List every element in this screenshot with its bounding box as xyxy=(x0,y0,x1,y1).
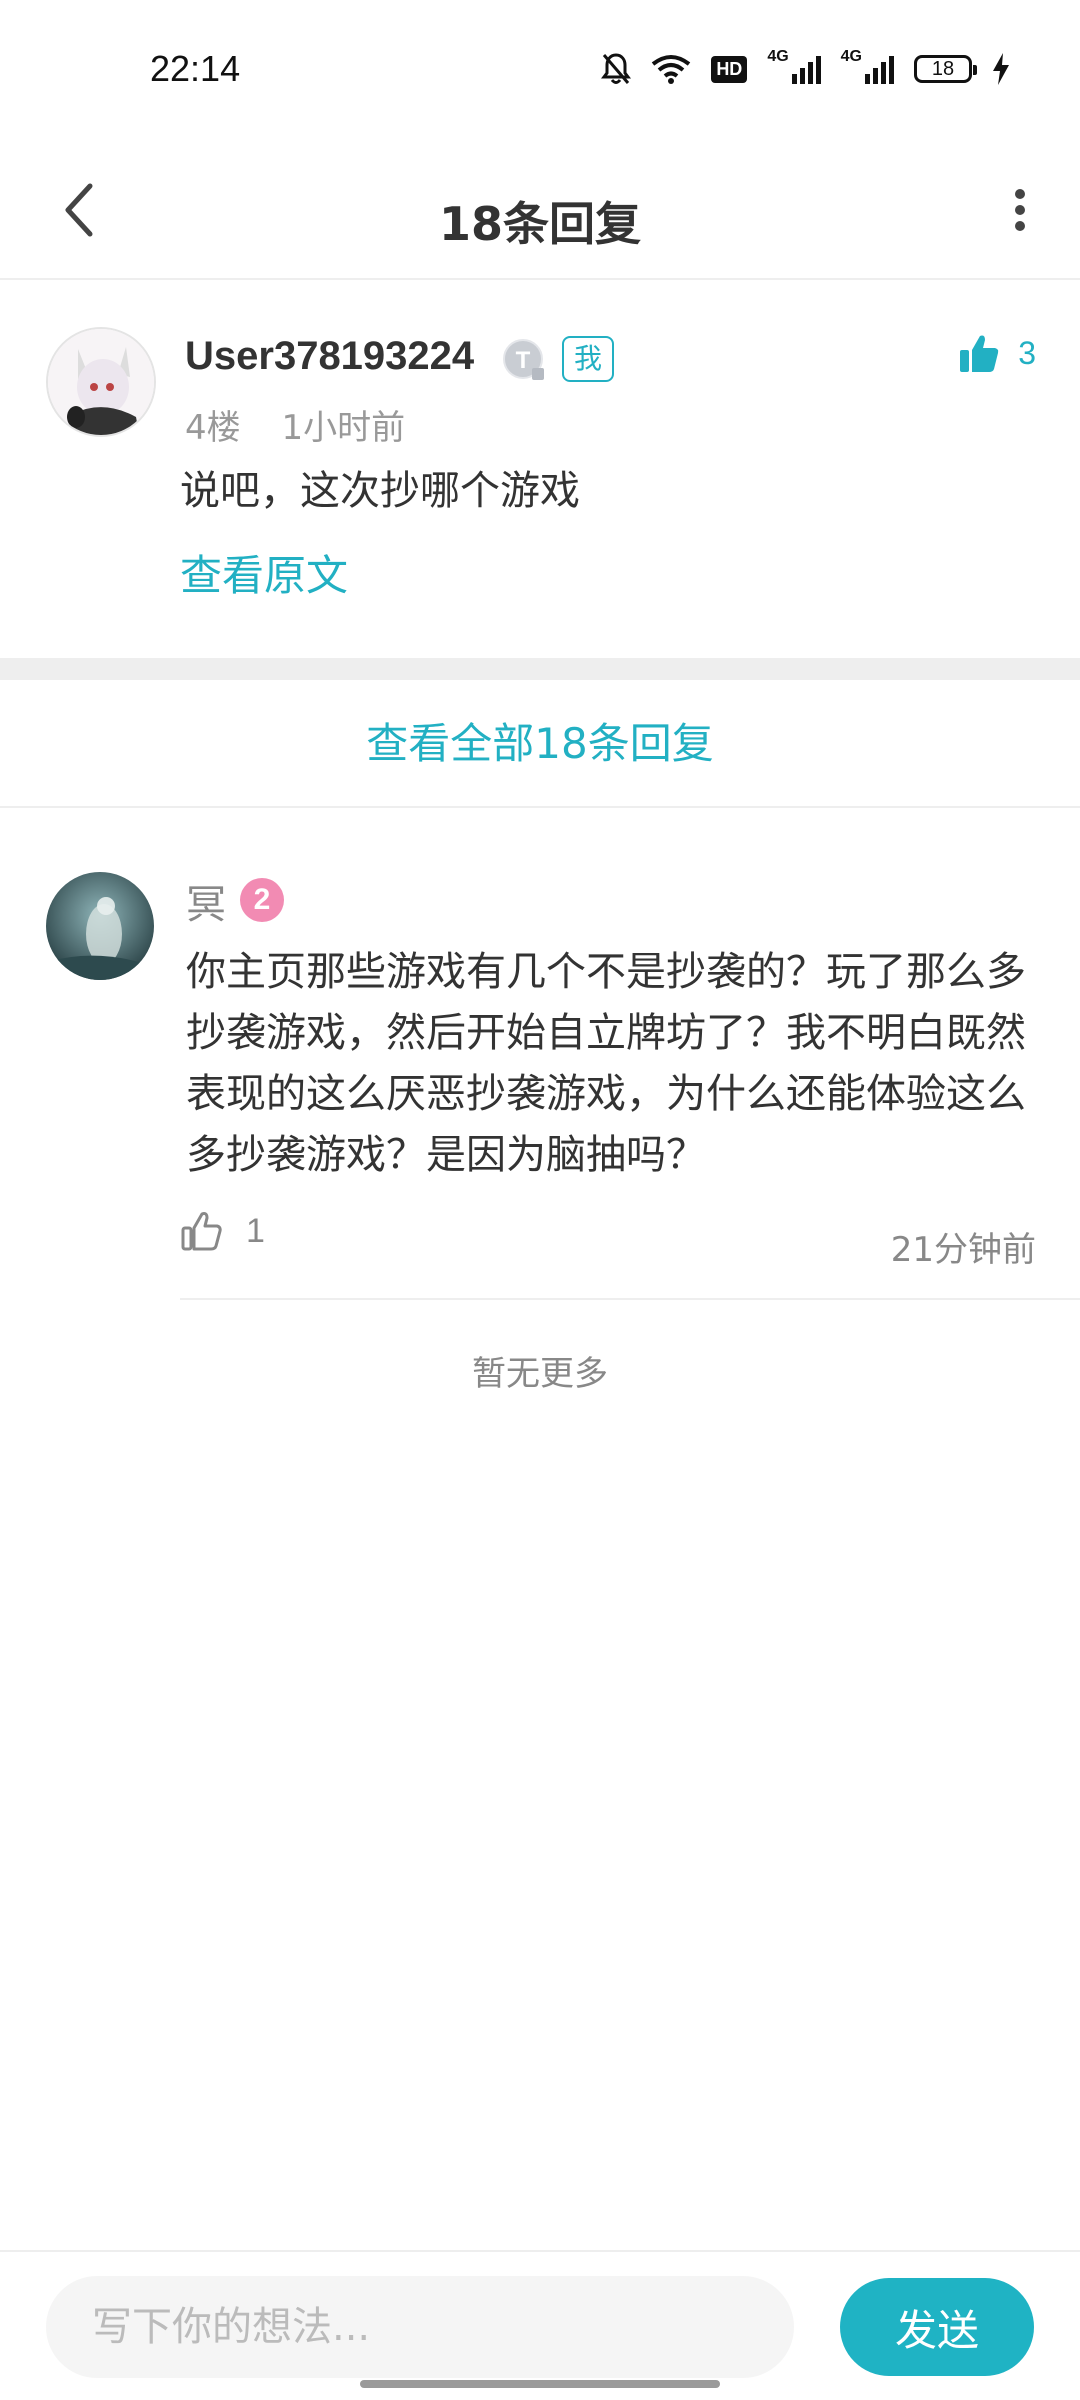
reply-like-button[interactable]: 1 xyxy=(180,1210,265,1252)
username[interactable]: User378193224 xyxy=(185,334,474,379)
more-options-button[interactable] xyxy=(990,170,1050,250)
status-time: 22:14 xyxy=(150,48,241,89)
mute-bell-icon xyxy=(601,52,632,86)
comment-text: 说吧，这次抄哪个游戏 xyxy=(180,468,580,514)
section-divider xyxy=(0,658,1080,680)
reply-username[interactable]: 冥 xyxy=(186,872,226,930)
page-title: 18条回复 xyxy=(438,197,641,251)
comment-input[interactable] xyxy=(46,2276,794,2378)
wifi-icon xyxy=(651,54,691,84)
avatar[interactable] xyxy=(46,327,156,437)
reply-text: 你主页那些游戏有几个不是抄袭的？玩了那么多抄袭游戏，然后开始自立牌坊了？我不明白… xyxy=(186,949,1026,1178)
thumbs-up-icon xyxy=(960,335,999,372)
level-badge-icon: T xyxy=(502,338,546,382)
network-type-1: 4G xyxy=(767,48,789,65)
reply-level-badge: 2 xyxy=(240,878,284,922)
me-tag: 我 xyxy=(562,336,615,382)
thumbs-up-outline-icon xyxy=(181,1212,222,1251)
charging-icon xyxy=(992,53,1010,85)
send-button[interactable]: 发送 xyxy=(840,2278,1034,2376)
main-comment: User378193224 T 我 3 4楼 1小时前 说吧，这次抄哪个游戏 查… xyxy=(0,282,1080,658)
status-bar: 22:14 HD 4G 4G 18 xyxy=(0,0,1080,140)
home-indicator[interactable] xyxy=(360,2380,720,2388)
no-more-label: 暂无更多 xyxy=(472,1354,608,1394)
comment-meta: 4楼 1小时前 xyxy=(185,400,405,449)
reply-item: 冥 2 你主页那些游戏有几个不是抄袭的？玩了那么多抄袭游戏，然后开始自立牌坊了？… xyxy=(0,810,1080,1300)
status-icons: HD 4G 4G 18 xyxy=(601,48,1010,86)
reply-time: 21分钟前 xyxy=(890,1230,1036,1270)
level-badge-letter: T xyxy=(516,347,531,374)
comment-input-bar: 发送 xyxy=(0,2250,1080,2400)
view-all-replies-link[interactable]: 查看全部18条回复 xyxy=(0,680,1080,808)
floor-label: 4楼 xyxy=(185,408,241,448)
hd-voice-badge: HD xyxy=(711,55,748,83)
signal-icon-1 xyxy=(791,54,821,84)
reply-divider xyxy=(180,1298,1080,1300)
more-vertical-icon xyxy=(1015,189,1025,231)
signal-icon-2 xyxy=(864,54,894,84)
like-count: 3 xyxy=(1018,334,1036,371)
battery-icon: 18 xyxy=(914,55,977,83)
reply-avatar[interactable] xyxy=(46,872,154,980)
reply-like-count: 1 xyxy=(246,1211,265,1250)
comment-time: 1小时前 xyxy=(281,408,406,448)
view-original-link[interactable]: 查看原文 xyxy=(180,542,348,603)
network-type-2: 4G xyxy=(840,48,862,65)
nav-bar: 18条回复 xyxy=(0,140,1080,280)
like-button[interactable]: 3 xyxy=(958,332,1036,374)
